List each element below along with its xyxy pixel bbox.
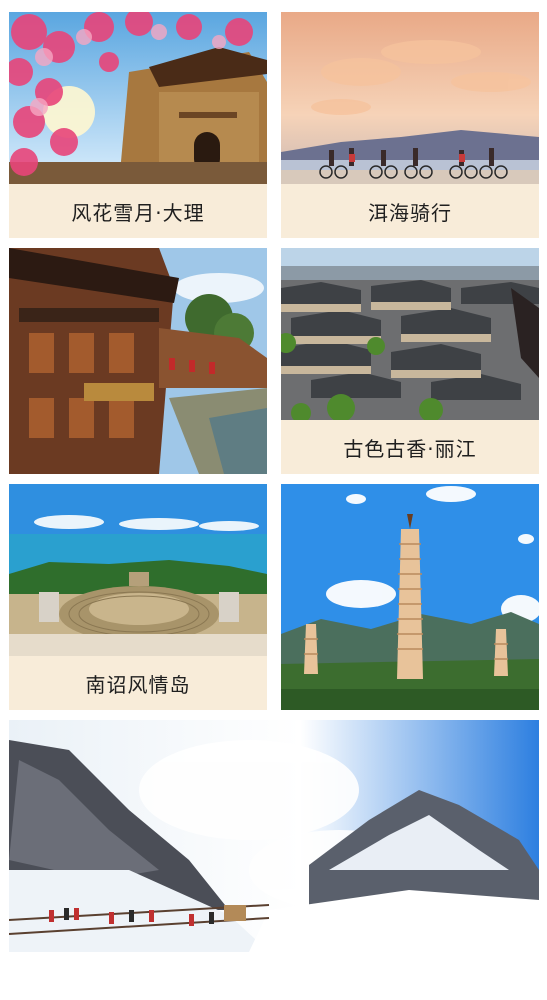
card-caption: 洱海骑行 bbox=[368, 200, 452, 225]
destination-card-snow-mountain[interactable] bbox=[9, 720, 539, 952]
destination-card-lijiang[interactable]: 古色古香·丽江 bbox=[281, 248, 539, 474]
page-footer-spacer bbox=[0, 952, 547, 1000]
destination-card-pagodas[interactable] bbox=[281, 484, 539, 710]
old-town-canal-photo bbox=[9, 248, 267, 474]
dali-gate-photo bbox=[9, 12, 267, 184]
destination-card-dali[interactable]: 风花雪月·大理 bbox=[9, 12, 267, 238]
three-pagodas-photo bbox=[281, 484, 539, 710]
lijiang-rooftops-photo bbox=[281, 248, 539, 420]
destination-card-old-town[interactable] bbox=[9, 248, 267, 474]
destination-card-nanzhao[interactable]: 南诏风情岛 bbox=[9, 484, 267, 710]
card-caption: 风花雪月·大理 bbox=[71, 200, 205, 225]
erhai-cycling-photo bbox=[281, 12, 539, 184]
nanzhao-island-photo bbox=[9, 484, 267, 656]
card-caption: 古色古香·丽江 bbox=[343, 436, 477, 461]
destination-card-erhai[interactable]: 洱海骑行 bbox=[281, 12, 539, 238]
snow-mountain-photo bbox=[9, 720, 539, 952]
card-caption: 南诏风情岛 bbox=[85, 672, 191, 697]
